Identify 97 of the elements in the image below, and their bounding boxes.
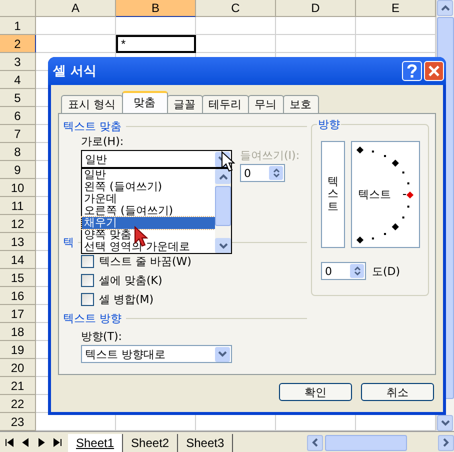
scroll-up-icon	[440, 5, 450, 11]
row-header[interactable]: 16	[0, 287, 36, 305]
degrees-spinner[interactable]: 0	[321, 262, 366, 280]
checkbox[interactable]	[81, 255, 94, 268]
checkbox-label: 셀에 맞춤(K)	[99, 273, 162, 288]
scroll-down-icon	[218, 242, 228, 248]
next-sheet-icon[interactable]	[37, 438, 46, 447]
field-label: 도(D)	[372, 264, 400, 278]
dial-text: 텍스트	[357, 187, 391, 202]
column-header[interactable]: A	[36, 0, 116, 17]
section-heading: 텍스트 맞춤	[63, 118, 122, 134]
checkbox[interactable]	[81, 274, 94, 287]
row-header[interactable]: 5	[0, 89, 36, 107]
row-header[interactable]: 19	[0, 341, 36, 359]
dialog-tab[interactable]: 글꼴	[166, 95, 202, 113]
row-header[interactable]: 2	[0, 35, 36, 53]
list-scrollbar[interactable]	[215, 169, 231, 253]
orientation-dial[interactable]: 텍스트	[351, 141, 420, 248]
cancel-button[interactable]: 취소	[361, 383, 434, 401]
list-option[interactable]: 가운데	[82, 193, 215, 205]
row-header[interactable]: 1	[0, 17, 36, 35]
row-header[interactable]: 18	[0, 323, 36, 341]
scroll-left-icon	[312, 438, 318, 447]
sheet-tab[interactable]: Sheet1	[68, 434, 124, 452]
close-icon	[428, 65, 440, 77]
section-heading: 텍	[63, 234, 74, 250]
list-option[interactable]: 선택 영역의 가운데로	[82, 241, 215, 253]
grid-cell[interactable]	[196, 17, 276, 35]
column-header[interactable]: C	[196, 0, 276, 17]
spinner-arrows-icon	[272, 168, 280, 178]
column-header[interactable]: D	[276, 0, 356, 17]
row-header[interactable]: 20	[0, 359, 36, 377]
grid-cell[interactable]	[36, 17, 116, 35]
column-header[interactable]: E	[356, 0, 436, 17]
row-header[interactable]: 8	[0, 143, 36, 161]
help-icon	[406, 64, 418, 78]
spinner-arrows-icon	[354, 266, 360, 276]
dialog-tab[interactable]: 맞춤	[122, 91, 168, 113]
list-option[interactable]: 채우기	[82, 217, 215, 229]
direction-dropdown[interactable]: 텍스트 방향대로	[81, 345, 232, 363]
section-heading: 텍스트 방향	[63, 310, 122, 326]
row-header[interactable]: 12	[0, 215, 36, 233]
help-button[interactable]	[402, 61, 422, 81]
list-option[interactable]: 오른쪽 (들여쓰기)	[82, 205, 215, 217]
indent-spinner[interactable]: 0	[240, 164, 285, 182]
row-header[interactable]: 13	[0, 233, 36, 251]
field-label: 들여쓰기(I):	[240, 148, 300, 164]
row-header[interactable]: 4	[0, 71, 36, 89]
field-label: 방향(T):	[81, 329, 124, 345]
first-sheet-icon[interactable]	[5, 438, 14, 447]
row-header[interactable]: 14	[0, 251, 36, 269]
select-all-corner[interactable]	[0, 0, 36, 17]
last-sheet-icon[interactable]	[53, 438, 62, 447]
row-header[interactable]: 15	[0, 269, 36, 287]
scroll-right-icon	[443, 438, 449, 447]
row-header[interactable]: 21	[0, 377, 36, 395]
grid-cell[interactable]	[356, 17, 436, 35]
vertical-text-button[interactable]: 텍스트	[321, 141, 345, 248]
close-button[interactable]	[424, 61, 444, 81]
row-header[interactable]: 9	[0, 161, 36, 179]
horizontal-dropdown[interactable]: 일반	[81, 150, 232, 168]
scroll-up-icon	[218, 174, 228, 180]
list-option[interactable]: 일반	[82, 169, 215, 181]
dialog-tab[interactable]: 테두리	[202, 95, 248, 113]
grid-cell[interactable]	[196, 35, 276, 53]
dialog-tab[interactable]: 무늬	[248, 95, 284, 113]
row-header[interactable]: 3	[0, 53, 36, 71]
dialog-tab[interactable]: 보호	[282, 95, 318, 113]
row-header[interactable]: 11	[0, 197, 36, 215]
row-header[interactable]: 22	[0, 395, 36, 413]
checkbox-label: 셀 병합(M)	[99, 292, 154, 307]
grid-cell[interactable]	[36, 35, 116, 53]
active-cell[interactable]: *	[116, 35, 196, 53]
checkbox[interactable]	[81, 293, 94, 306]
list-option[interactable]: 왼쪽 (들여쓰기)	[82, 181, 215, 193]
previous-sheet-icon[interactable]	[21, 438, 30, 447]
dialog-tab[interactable]: 표시 형식	[61, 95, 122, 113]
row-header[interactable]: 23	[0, 413, 36, 431]
grid-cell[interactable]	[276, 17, 356, 35]
scroll-down-icon	[440, 420, 450, 426]
field-label: 가로(H):	[81, 134, 125, 150]
grid-cell[interactable]	[116, 17, 196, 35]
horizontal-scrollbar[interactable]	[307, 434, 454, 452]
sheet-tab[interactable]: Sheet3	[178, 434, 234, 452]
grid-cell[interactable]	[356, 35, 436, 53]
sheet-tab[interactable]: Sheet2	[123, 434, 178, 452]
row-header[interactable]: 6	[0, 107, 36, 125]
list-option[interactable]: 양쪽 맞춤	[82, 229, 215, 241]
window-title: 셀 서식	[53, 63, 97, 80]
row-header[interactable]: 7	[0, 125, 36, 143]
grid-cell[interactable]	[276, 35, 356, 53]
row-header[interactable]: 17	[0, 305, 36, 323]
checkbox-label: 텍스트 줄 바꿈(W)	[99, 254, 192, 269]
ok-button[interactable]: 확인	[279, 383, 352, 401]
section-heading: 방향	[317, 117, 341, 132]
row-header[interactable]: 10	[0, 179, 36, 197]
column-header[interactable]: B	[116, 0, 196, 17]
